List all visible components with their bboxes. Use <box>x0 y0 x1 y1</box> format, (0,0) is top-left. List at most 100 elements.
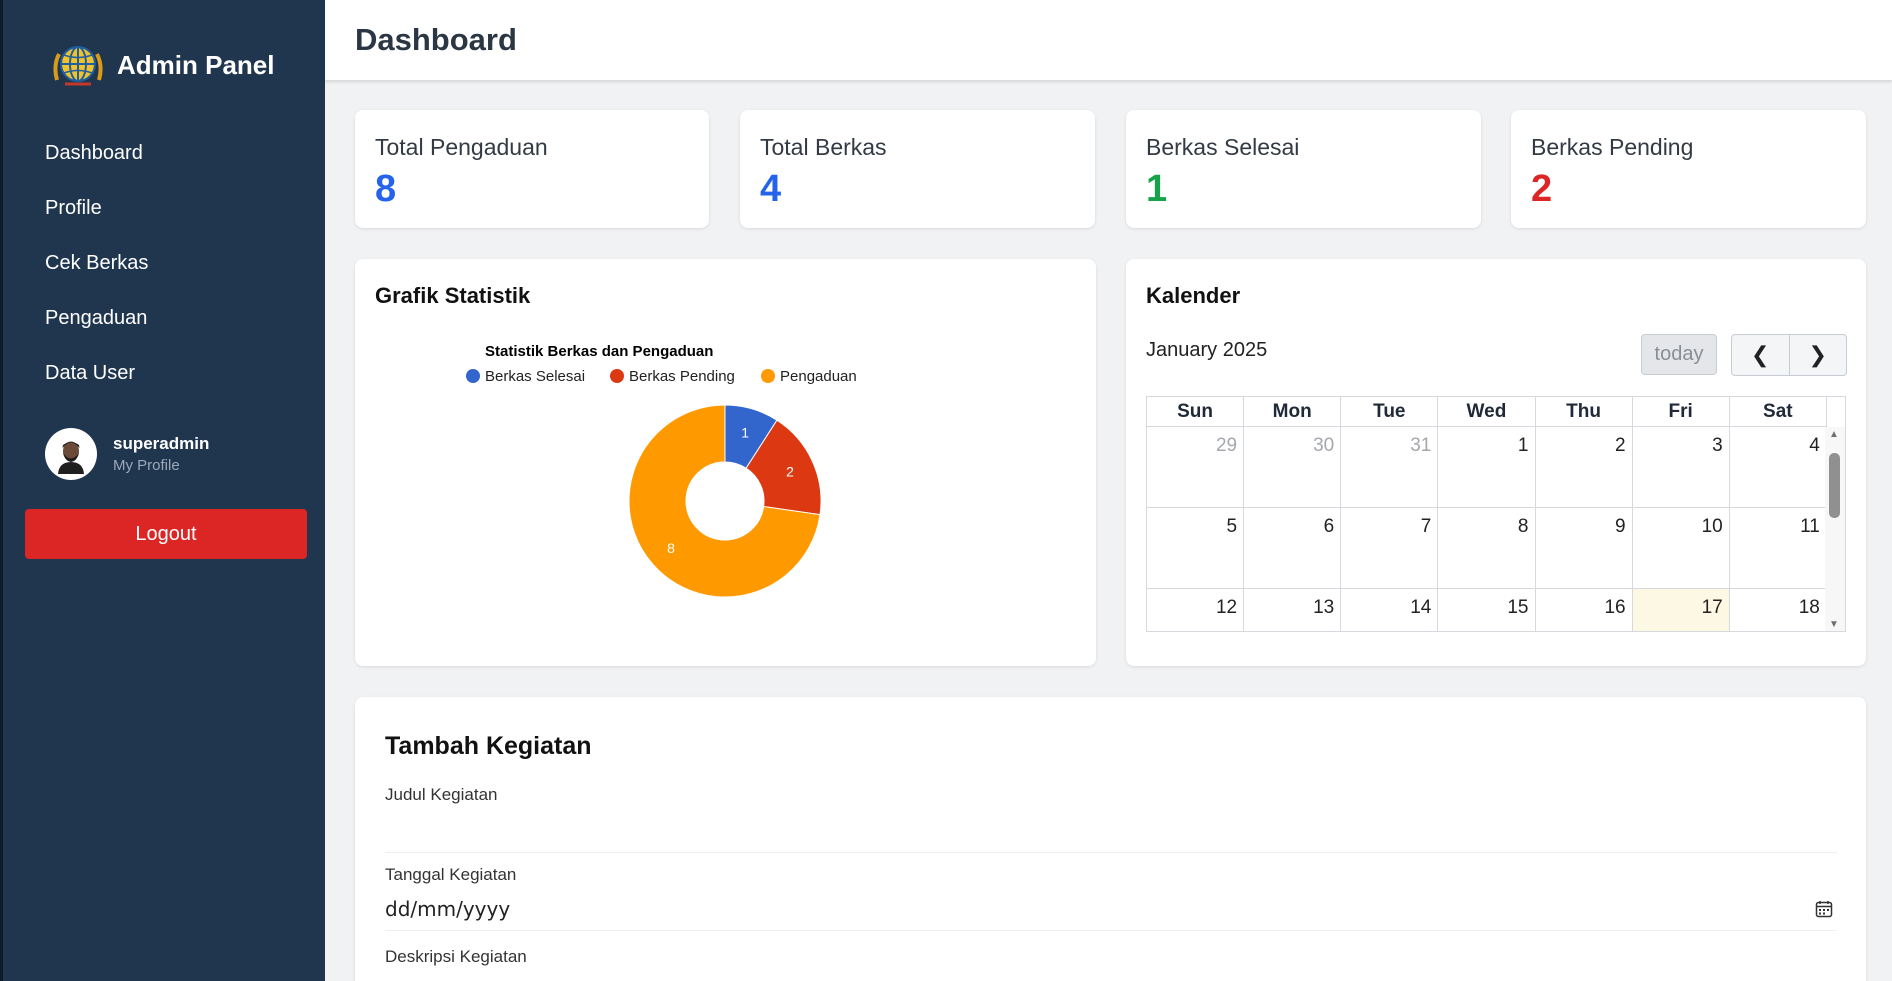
user-profile-link[interactable]: superadmin My Profile <box>45 428 209 480</box>
calendar-day[interactable]: 4 <box>1730 427 1827 507</box>
stat-label: Total Berkas <box>760 134 887 160</box>
user-subtitle: My Profile <box>113 457 180 474</box>
chart-slices <box>628 404 822 598</box>
weekday-mon: Mon <box>1244 397 1342 426</box>
sidebar-nav: Dashboard Profile Cek Berkas Pengaduan D… <box>3 130 325 405</box>
scroll-up-icon[interactable]: ▲ <box>1829 429 1839 440</box>
calendar-nav: ❮ ❯ <box>1731 334 1847 376</box>
avatar <box>45 428 97 480</box>
calendar-day-with-event[interactable]: 15 <box>1438 589 1536 631</box>
tambah-kegiatan-card: Tambah Kegiatan Judul Kegiatan Tanggal K… <box>355 697 1866 981</box>
calendar-week-row: 29 30 31 1 2 3 4 <box>1147 427 1827 508</box>
calendar-day[interactable]: 12 <box>1147 589 1245 631</box>
sidebar-item-data-user[interactable]: Data User <box>3 350 325 405</box>
globe-logo-icon <box>53 46 103 86</box>
calendar-week-row: 12 13 14 15 16 17 18 <box>1147 589 1827 631</box>
calendar-day[interactable]: 30 <box>1244 427 1342 507</box>
scrollbar-thumb[interactable] <box>1829 453 1840 518</box>
stat-card-total-berkas: Total Berkas 4 <box>740 110 1095 228</box>
stat-label: Berkas Pending <box>1531 134 1694 160</box>
page-title: Dashboard <box>355 22 517 57</box>
judul-kegiatan-input[interactable] <box>385 809 1837 853</box>
calendar-scrollbar[interactable]: ▲ ▼ <box>1825 427 1845 631</box>
user-avatar-icon <box>51 434 91 474</box>
calendar-day[interactable]: 2 <box>1536 427 1633 507</box>
legend-label: Berkas Pending <box>629 368 735 385</box>
chevron-left-icon[interactable]: ❮ <box>1732 335 1789 375</box>
sidebar: Admin Panel Dashboard Profile Cek Berkas… <box>0 0 325 981</box>
scroll-down-icon[interactable]: ▼ <box>1829 619 1839 630</box>
stat-value: 2 <box>1531 168 1553 210</box>
tanggal-kegiatan-label: Tanggal Kegiatan <box>385 865 517 884</box>
weekday-sun: Sun <box>1147 397 1245 426</box>
stat-value: 8 <box>375 168 397 210</box>
legend-label: Berkas Selesai <box>485 368 585 385</box>
sidebar-item-profile[interactable]: Profile <box>3 185 325 240</box>
stat-card-berkas-selesai: Berkas Selesai 1 <box>1126 110 1481 228</box>
date-placeholder: dd/mm/yyyy <box>385 897 511 921</box>
top-header: Dashboard <box>325 0 1892 80</box>
brand: Admin Panel <box>51 40 274 90</box>
stat-label: Berkas Selesai <box>1146 134 1300 160</box>
calendar-day[interactable]: 13 <box>1244 589 1342 631</box>
calendar-picker-icon[interactable] <box>1815 900 1833 918</box>
tanggal-kegiatan-input[interactable]: dd/mm/yyyy <box>385 887 1837 931</box>
chevron-right-icon[interactable]: ❯ <box>1788 335 1847 375</box>
stat-value: 4 <box>760 168 782 210</box>
calendar-grid: Sun Mon Tue Wed Thu Fri Sat 29 30 31 1 2… <box>1146 396 1846 632</box>
pie-data-label: 8 <box>667 540 675 556</box>
calendar-day[interactable]: 1 <box>1438 427 1536 507</box>
calendar-card: Kalender January 2025 today ❮ ❯ Sun Mon … <box>1126 259 1866 666</box>
weekday-fri: Fri <box>1633 397 1730 426</box>
calendar-week-row: 5 6 7 8 9 10 11 <box>1147 508 1827 589</box>
weekday-sat: Sat <box>1730 397 1827 426</box>
sidebar-item-dashboard[interactable]: Dashboard <box>3 130 325 185</box>
chart-legend: Berkas Selesai Berkas Pending Pengaduan <box>466 368 857 385</box>
stat-value: 1 <box>1146 168 1168 210</box>
weekday-wed: Wed <box>1438 397 1536 426</box>
stat-card-berkas-pending: Berkas Pending 2 <box>1511 110 1866 228</box>
user-name: superadmin <box>113 434 210 453</box>
calendar-weekday-header: Sun Mon Tue Wed Thu Fri Sat <box>1147 397 1827 427</box>
legend-label: Pengaduan <box>780 368 857 385</box>
legend-item[interactable]: Berkas Pending <box>610 368 735 385</box>
calendar-day-today[interactable]: 17 <box>1632 589 1730 631</box>
calendar-month: January 2025 <box>1146 339 1268 361</box>
calendar-day[interactable]: 3 <box>1633 427 1730 507</box>
calendar-day[interactable]: 14 <box>1341 589 1439 631</box>
weekday-thu: Thu <box>1536 397 1633 426</box>
today-button[interactable]: today <box>1641 334 1717 375</box>
legend-swatch <box>610 369 624 383</box>
calendar-day[interactable]: 29 <box>1147 427 1245 507</box>
pie-chart: Statistik Berkas dan Pengaduan Berkas Se… <box>466 343 857 598</box>
calendar-day[interactable]: 11 <box>1730 508 1827 588</box>
chart-card: Grafik Statistik Statistik Berkas dan Pe… <box>355 259 1096 666</box>
legend-swatch <box>761 369 775 383</box>
legend-swatch <box>466 369 480 383</box>
calendar-day[interactable]: 10 <box>1633 508 1730 588</box>
pie-data-label: 1 <box>741 424 749 440</box>
deskripsi-kegiatan-label: Deskripsi Kegiatan <box>385 947 527 966</box>
calendar-day[interactable]: 7 <box>1341 508 1439 588</box>
calendar-day[interactable]: 9 <box>1536 508 1633 588</box>
legend-item[interactable]: Pengaduan <box>761 368 857 385</box>
form-title: Tambah Kegiatan <box>385 732 592 760</box>
calendar-day[interactable]: 6 <box>1244 508 1342 588</box>
calendar-day[interactable]: 5 <box>1147 508 1245 588</box>
calendar-day[interactable]: 18 <box>1730 589 1827 631</box>
calendar-day[interactable]: 16 <box>1536 589 1633 631</box>
calendar-title: Kalender <box>1146 283 1241 308</box>
logout-button[interactable]: Logout <box>25 509 307 559</box>
user-text: superadmin My Profile <box>113 434 209 474</box>
sidebar-item-pengaduan[interactable]: Pengaduan <box>3 295 325 350</box>
sidebar-item-cek-berkas[interactable]: Cek Berkas <box>3 240 325 295</box>
calendar-day[interactable]: 31 <box>1341 427 1439 507</box>
weekday-tue: Tue <box>1341 397 1439 426</box>
chart-title: Statistik Berkas dan Pengaduan <box>485 343 713 360</box>
calendar-day[interactable]: 8 <box>1438 508 1536 588</box>
stat-card-total-pengaduan: Total Pengaduan 8 <box>355 110 709 228</box>
stat-label: Total Pengaduan <box>375 134 548 160</box>
calendar-day-number: 15 <box>1507 597 1529 618</box>
judul-kegiatan-label: Judul Kegiatan <box>385 785 498 804</box>
legend-item[interactable]: Berkas Selesai <box>466 368 585 385</box>
